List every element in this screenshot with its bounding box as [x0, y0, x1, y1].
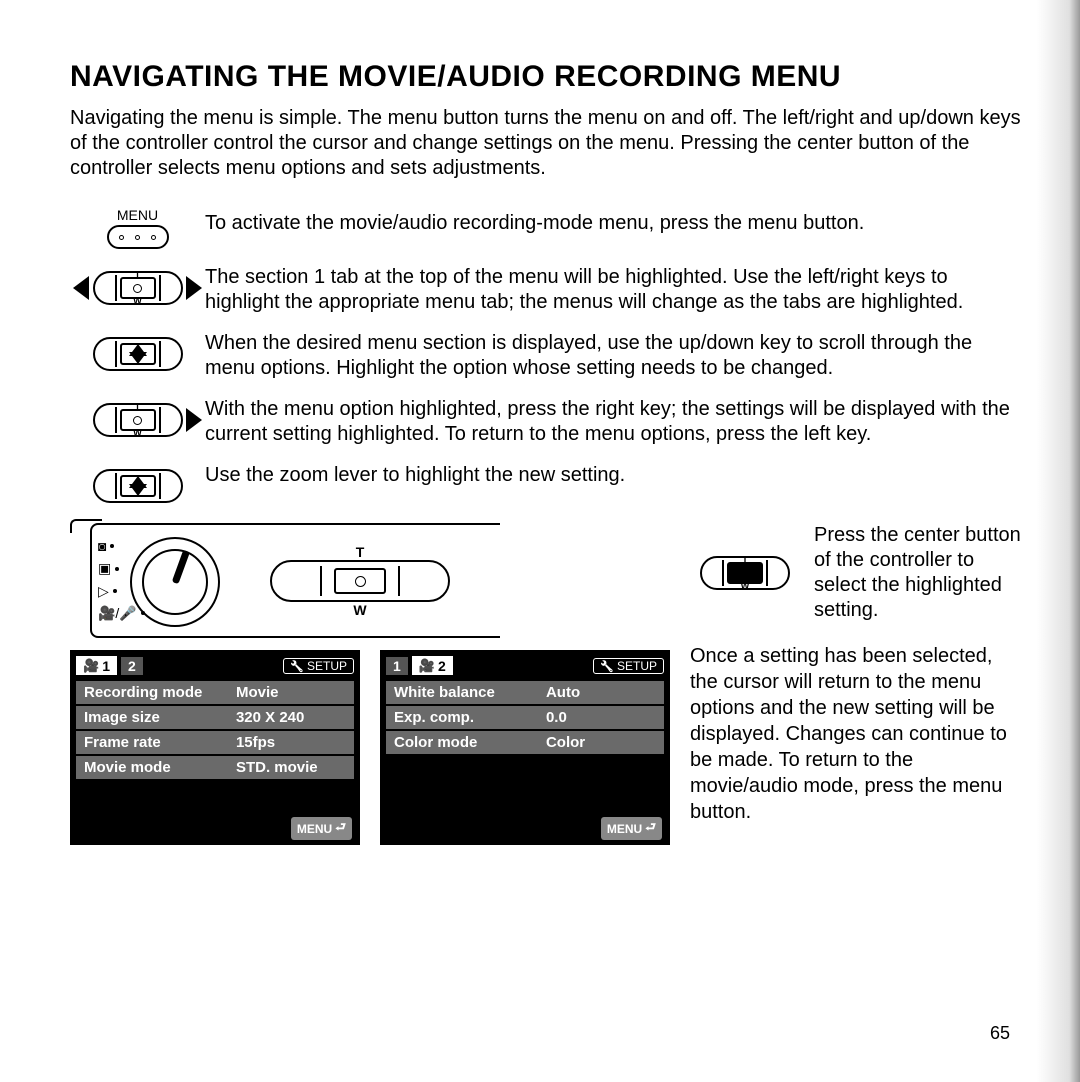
menu-row-key: White balance [394, 684, 546, 701]
zoom-w-label: W [353, 602, 366, 618]
zoom-t-label: T [356, 544, 365, 560]
page-number: 65 [990, 1023, 1010, 1044]
menu-row: Color modeColor [386, 731, 664, 754]
page-title: NAVIGATING THE MOVIE/AUDIO RECORDING MEN… [70, 60, 1025, 94]
return-icon [335, 818, 346, 839]
screen2-rows: White balanceAutoExp. comp.0.0Color mode… [380, 681, 670, 754]
screen1-menu-badge: MENU [291, 817, 352, 840]
w-label-3: W [741, 581, 750, 591]
step-2: T W The section 1 tab at the top of the … [70, 259, 1025, 315]
screen2-menu-badge: MENU [601, 817, 662, 840]
step-1: MENU To activate the movie/audio recordi… [70, 205, 1025, 249]
menu-row-value: 15fps [236, 734, 346, 751]
menu-row-value: Movie [236, 684, 346, 701]
screen1-setup-badge: SETUP [283, 658, 354, 674]
menu-row-value: Auto [546, 684, 656, 701]
menu-row: Frame rate15fps [76, 731, 354, 754]
step-4-text: With the menu option highlighted, press … [205, 391, 1025, 447]
step-3: When the desired menu section is display… [70, 325, 1025, 381]
center-button-tip: T W Press the center button of the contr… [690, 523, 1025, 623]
menu-row-key: Exp. comp. [394, 709, 546, 726]
menu-row: Exp. comp.0.0 [386, 706, 664, 729]
screen1-tab-active: 1 [76, 656, 117, 675]
movie-icon [83, 657, 99, 674]
screen1-rows: Recording modeMovieImage size320 X 240Fr… [70, 681, 360, 779]
zoom-lever-icon: T W [260, 543, 460, 619]
movie-icon-2 [419, 657, 435, 674]
menu-row-key: Movie mode [84, 759, 236, 776]
menu-row-key: Recording mode [84, 684, 236, 701]
menu-row-key: Frame rate [84, 734, 236, 751]
camera-top-view-icon: ◙ ▣ ▷ 🎥/🎤 T W [90, 523, 500, 638]
screen2-setup-badge: SETUP [593, 658, 664, 674]
menu-row-value: 0.0 [546, 709, 656, 726]
step-2-text: The section 1 tab at the top of the menu… [205, 259, 1025, 315]
camera-menu-screen-1: 1 2 SETUP Recording modeMovieImage size3… [70, 650, 360, 845]
screen2-tab-inactive: 1 [386, 657, 408, 675]
controller-center-press-icon: T W [690, 546, 800, 600]
intro-paragraph: Navigating the menu is simple. The menu … [70, 106, 1025, 181]
controller-left-right-icon: T W [75, 261, 200, 315]
wrench-icon-2 [600, 659, 614, 673]
step-3-text: When the desired menu section is display… [205, 325, 1025, 381]
menu-button-icon [107, 225, 169, 249]
step-1-text: To activate the movie/audio recording-mo… [205, 205, 1025, 236]
screen1-tab-inactive: 2 [121, 657, 143, 675]
w-label: W [133, 296, 142, 306]
menu-row: Recording modeMovie [76, 681, 354, 704]
menu-button-label: MENU [117, 207, 158, 223]
instruction-steps: MENU To activate the movie/audio recordi… [70, 205, 1025, 513]
w-label-2: W [133, 428, 142, 438]
menu-row: White balanceAuto [386, 681, 664, 704]
menu-row-key: Image size [84, 709, 236, 726]
menu-row-value: STD. movie [236, 759, 346, 776]
screen2-tab-active: 2 [412, 656, 453, 675]
wrench-icon [290, 659, 304, 673]
step-5-text: Use the zoom lever to highlight the new … [205, 457, 1025, 488]
controller-right-icon: T W [75, 393, 200, 447]
step-5: Use the zoom lever to highlight the new … [70, 457, 1025, 513]
mode-dial-icon [130, 537, 220, 627]
menu-row: Movie modeSTD. movie [76, 756, 354, 779]
menu-row-value: Color [546, 734, 656, 751]
menu-row-value: 320 X 240 [236, 709, 346, 726]
controller-up-down-icon [75, 327, 200, 381]
menu-row: Image size320 X 240 [76, 706, 354, 729]
menu-row-key: Color mode [394, 734, 546, 751]
final-paragraph: Once a setting has been selected, the cu… [690, 643, 1025, 825]
camera-menu-screen-2: 1 2 SETUP White balanceAutoExp. comp.0.0… [380, 650, 670, 845]
controller-zoom-icon [75, 459, 200, 513]
return-icon-2 [645, 818, 656, 839]
step-4: T W With the menu option highlighted, pr… [70, 391, 1025, 447]
center-tip-text: Press the center button of the controlle… [814, 523, 1025, 623]
camera-illustration-block: ◙ ▣ ▷ 🎥/🎤 T W 1 2 SETUP [70, 523, 670, 845]
